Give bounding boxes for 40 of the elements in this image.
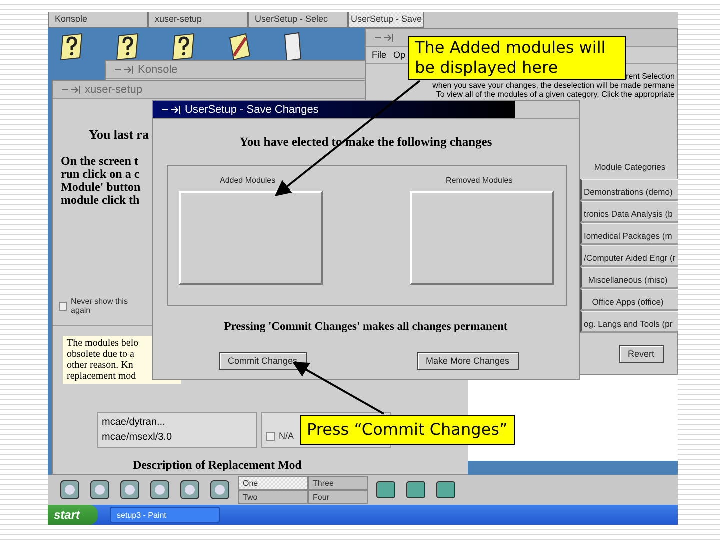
category-button[interactable]: Miscellaneous (misc) bbox=[580, 267, 678, 289]
desktop-pager-button[interactable]: Two bbox=[238, 490, 308, 504]
start-button[interactable]: start bbox=[48, 505, 98, 525]
callout: Press “Commit Changes” bbox=[300, 415, 515, 445]
taskbar-tab[interactable]: Konsole bbox=[48, 12, 148, 28]
section-heading: Description of Replacement Mod bbox=[133, 458, 303, 473]
window-title: UserSetup - Save Changes bbox=[185, 104, 319, 116]
list-label: Removed Modules bbox=[446, 176, 513, 185]
window-title: xuser-setup bbox=[85, 84, 142, 96]
checkbox[interactable] bbox=[59, 302, 68, 310]
taskbar-tab[interactable]: UserSetup - Save bbox=[348, 12, 424, 28]
category-button[interactable]: Demonstrations (demo) bbox=[580, 179, 678, 201]
revert-button[interactable]: Revert bbox=[619, 345, 664, 363]
category-button[interactable]: og. Langs and Tools (pr bbox=[580, 311, 678, 333]
category-button[interactable]: /Computer Aided Engr (r bbox=[580, 245, 678, 267]
checkbox-label: N/A bbox=[279, 430, 294, 442]
heading: You last ra bbox=[89, 127, 149, 143]
desktop-pager-button[interactable]: One bbox=[238, 476, 308, 490]
category-button[interactable]: Iomedical Packages (m bbox=[580, 223, 678, 245]
module-list[interactable]: mcae/dytran... mcae/msexl/3.0 bbox=[97, 412, 257, 448]
taskbar-tab[interactable]: xuser-setup bbox=[148, 12, 248, 28]
desktop-pager-button[interactable]: Four bbox=[308, 490, 368, 504]
instructions-text: On the screen t run click on a c Module' button module click th bbox=[61, 155, 141, 207]
removed-modules-list[interactable] bbox=[410, 191, 554, 285]
dialog-note: Pressing 'Commit Changes' makes all changes permanent bbox=[223, 321, 509, 333]
desktop-pager-button[interactable]: Three bbox=[308, 476, 368, 490]
notebook-icon[interactable] bbox=[282, 32, 304, 62]
checkbox-label: Never show this again bbox=[71, 297, 129, 315]
taskbar-button[interactable]: setup3 - Paint bbox=[110, 507, 220, 523]
make-more-changes-button[interactable]: Make More Changes bbox=[417, 352, 519, 370]
taskbar-tab[interactable]: UserSetup - Selec bbox=[248, 12, 348, 28]
checkbox[interactable] bbox=[266, 432, 275, 440]
category-button[interactable]: Office Apps (office) bbox=[580, 289, 678, 311]
menu-item[interactable]: File bbox=[372, 50, 387, 60]
menu-item[interactable]: Op bbox=[394, 50, 406, 60]
column-header: Module Categories bbox=[593, 161, 667, 174]
added-modules-list[interactable] bbox=[179, 191, 323, 285]
list-label: Added Modules bbox=[220, 176, 276, 185]
window-title: Konsole bbox=[138, 64, 178, 76]
category-button[interactable]: tronics Data Analysis (b bbox=[580, 201, 678, 223]
